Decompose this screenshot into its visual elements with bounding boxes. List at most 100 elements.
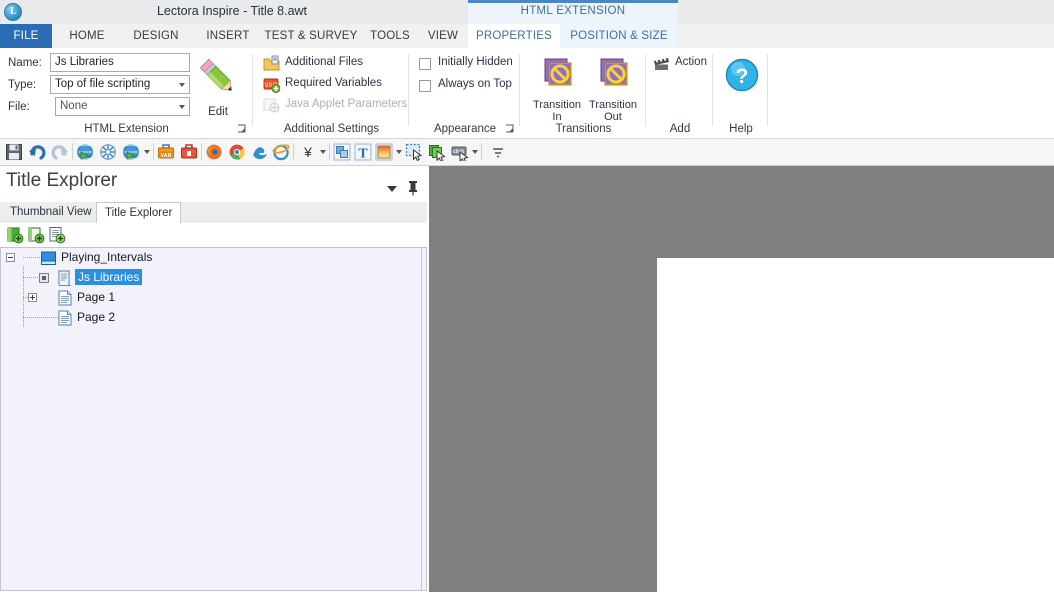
save-icon[interactable] xyxy=(5,143,23,161)
chevron-down-icon[interactable] xyxy=(387,186,397,192)
ribbon-tab-row: FILE HOME DESIGN INSERT TEST & SURVEY TO… xyxy=(0,24,1054,48)
currency-caret[interactable] xyxy=(320,150,326,154)
publish-icon[interactable] xyxy=(122,143,140,161)
preview-settings-icon[interactable] xyxy=(99,143,117,161)
overflow-icon[interactable] xyxy=(489,143,507,161)
currency-icon[interactable]: ¥ xyxy=(299,143,317,161)
tree-expander-collapse[interactable] xyxy=(6,253,15,262)
ribbon-tab-view[interactable]: VIEW xyxy=(418,24,468,48)
dialog-launcher-icon[interactable] xyxy=(505,124,515,134)
tree-node-playing-intervals[interactable]: Playing_Intervals xyxy=(1,248,421,268)
group-label-appearance: Appearance xyxy=(433,123,497,135)
tree-node-marker xyxy=(39,273,49,283)
type-dropdown-value: Top of file scripting xyxy=(55,78,151,90)
tree-node-label: Js Libraries xyxy=(75,269,143,285)
page-canvas[interactable] xyxy=(657,258,1054,592)
group-label-additional-settings: Additional Settings xyxy=(283,123,380,135)
ie-preview-icon[interactable] xyxy=(272,143,290,161)
redo-icon[interactable] xyxy=(51,143,69,161)
page-icon xyxy=(58,290,72,306)
name-input-value: Js Libraries xyxy=(55,56,114,68)
ribbon-tab-tools[interactable]: TOOLS xyxy=(362,24,418,48)
undo-icon[interactable] xyxy=(28,143,46,161)
ribbon-tab-test-survey[interactable]: TEST & SURVEY xyxy=(256,24,366,48)
toolbar-separator xyxy=(72,143,73,160)
workspace-canvas[interactable] xyxy=(429,166,1054,592)
java-applet-icon xyxy=(263,98,280,113)
gradient-fill-icon[interactable] xyxy=(375,143,393,161)
chevron-down-icon xyxy=(179,83,185,87)
panel-title: Title Explorer xyxy=(6,170,118,191)
type-dropdown[interactable]: Top of file scripting xyxy=(50,75,190,94)
toolbar-separator xyxy=(293,143,294,160)
java-applet-parameters-label: Java Applet Parameters xyxy=(285,98,408,110)
add-section-icon[interactable] xyxy=(27,226,45,244)
tree-node-label: Playing_Intervals xyxy=(61,250,153,264)
ribbon-tab-position-size[interactable]: POSITION & SIZE xyxy=(560,24,678,48)
tree-toolbar xyxy=(0,223,427,248)
quick-access-toolbar: VAR ¥ T click xyxy=(0,139,1054,166)
title-icon xyxy=(41,251,56,265)
toolbar-separator xyxy=(481,143,482,160)
ribbon-body: Name: Type: File: Js Libraries Top of fi… xyxy=(0,48,1054,139)
edge-preview-icon[interactable] xyxy=(251,143,269,161)
type-field-label: Type: xyxy=(8,79,37,91)
additional-files-label: Additional Files xyxy=(285,56,363,68)
svg-text:T: T xyxy=(358,147,368,162)
page-icon xyxy=(58,310,72,326)
ribbon-tab-design[interactable]: DESIGN xyxy=(120,24,192,48)
tree-node-page-2[interactable]: Page 2 xyxy=(1,308,421,328)
pencil-icon xyxy=(199,58,232,91)
ribbon-tab-home[interactable]: HOME xyxy=(56,24,118,48)
tree-node-js-libraries[interactable]: Js Libraries xyxy=(1,268,421,288)
tab-title-explorer[interactable]: Title Explorer xyxy=(96,202,182,224)
edit-button-label: Edit xyxy=(208,106,228,118)
ribbon-group-additional-settings: Additional Files VAR Required Variables … xyxy=(254,48,409,138)
always-on-top-checkbox[interactable] xyxy=(419,80,431,92)
add-chapter-icon[interactable] xyxy=(6,226,24,244)
fill-caret[interactable] xyxy=(396,150,402,154)
edit-button[interactable]: Edit xyxy=(196,54,240,124)
ribbon-tab-file[interactable]: FILE xyxy=(0,24,52,48)
preview-icon[interactable] xyxy=(76,143,94,161)
help-button[interactable]: ? xyxy=(725,58,759,95)
action-button-label: Action xyxy=(675,56,707,68)
transition-in-label: Transition In xyxy=(533,99,581,123)
select-region-icon[interactable] xyxy=(405,143,423,161)
tree-node-page-1[interactable]: Page 1 xyxy=(1,288,421,308)
publish-dropdown-caret[interactable] xyxy=(144,150,150,154)
tab-thumbnail-view[interactable]: Thumbnail View xyxy=(2,202,100,223)
name-input[interactable]: Js Libraries xyxy=(50,53,190,72)
title-explorer-tree[interactable]: Playing_Intervals Js Libraries Page 1 Pa… xyxy=(0,247,421,591)
dialog-launcher-icon[interactable] xyxy=(237,124,247,134)
transition-out-label: Transition Out xyxy=(589,99,637,123)
ribbon-tab-properties[interactable]: PROPERTIES xyxy=(468,24,560,48)
transition-in-button[interactable]: Transition In xyxy=(529,53,585,125)
click-caret[interactable] xyxy=(472,150,478,154)
add-page-icon[interactable] xyxy=(48,226,66,244)
dock-tab-strip: Thumbnail View Title Explorer xyxy=(0,202,427,224)
ribbon-tab-insert[interactable]: INSERT xyxy=(194,24,262,48)
file-dropdown[interactable]: None xyxy=(55,97,190,116)
firefox-preview-icon[interactable] xyxy=(205,143,223,161)
action-clapper-icon xyxy=(654,57,669,70)
toolbar-separator xyxy=(201,143,202,160)
window-title: Lectora Inspire - Title 8.awt xyxy=(156,4,308,18)
variables-icon[interactable]: VAR xyxy=(157,143,175,161)
tree-expander-expand[interactable] xyxy=(28,293,37,302)
toolbar-separator xyxy=(329,143,330,160)
duplicate-icon[interactable] xyxy=(428,143,446,161)
pin-icon[interactable] xyxy=(407,180,419,196)
transition-out-button[interactable]: Transition Out xyxy=(585,53,641,125)
help-question-icon: ? xyxy=(725,58,759,92)
resources-icon[interactable] xyxy=(180,143,198,161)
click-action-icon[interactable]: click xyxy=(451,143,469,161)
svg-text:VAR: VAR xyxy=(160,153,171,159)
tree-node-label: Page 2 xyxy=(77,310,116,324)
group-shapes-icon[interactable] xyxy=(333,143,351,161)
group-label-html-extension: HTML Extension xyxy=(84,123,169,135)
text-tool-icon[interactable]: T xyxy=(354,143,372,161)
initially-hidden-checkbox[interactable] xyxy=(419,58,431,70)
chrome-preview-icon[interactable] xyxy=(228,143,246,161)
required-variables-label: Required Variables xyxy=(285,77,382,89)
